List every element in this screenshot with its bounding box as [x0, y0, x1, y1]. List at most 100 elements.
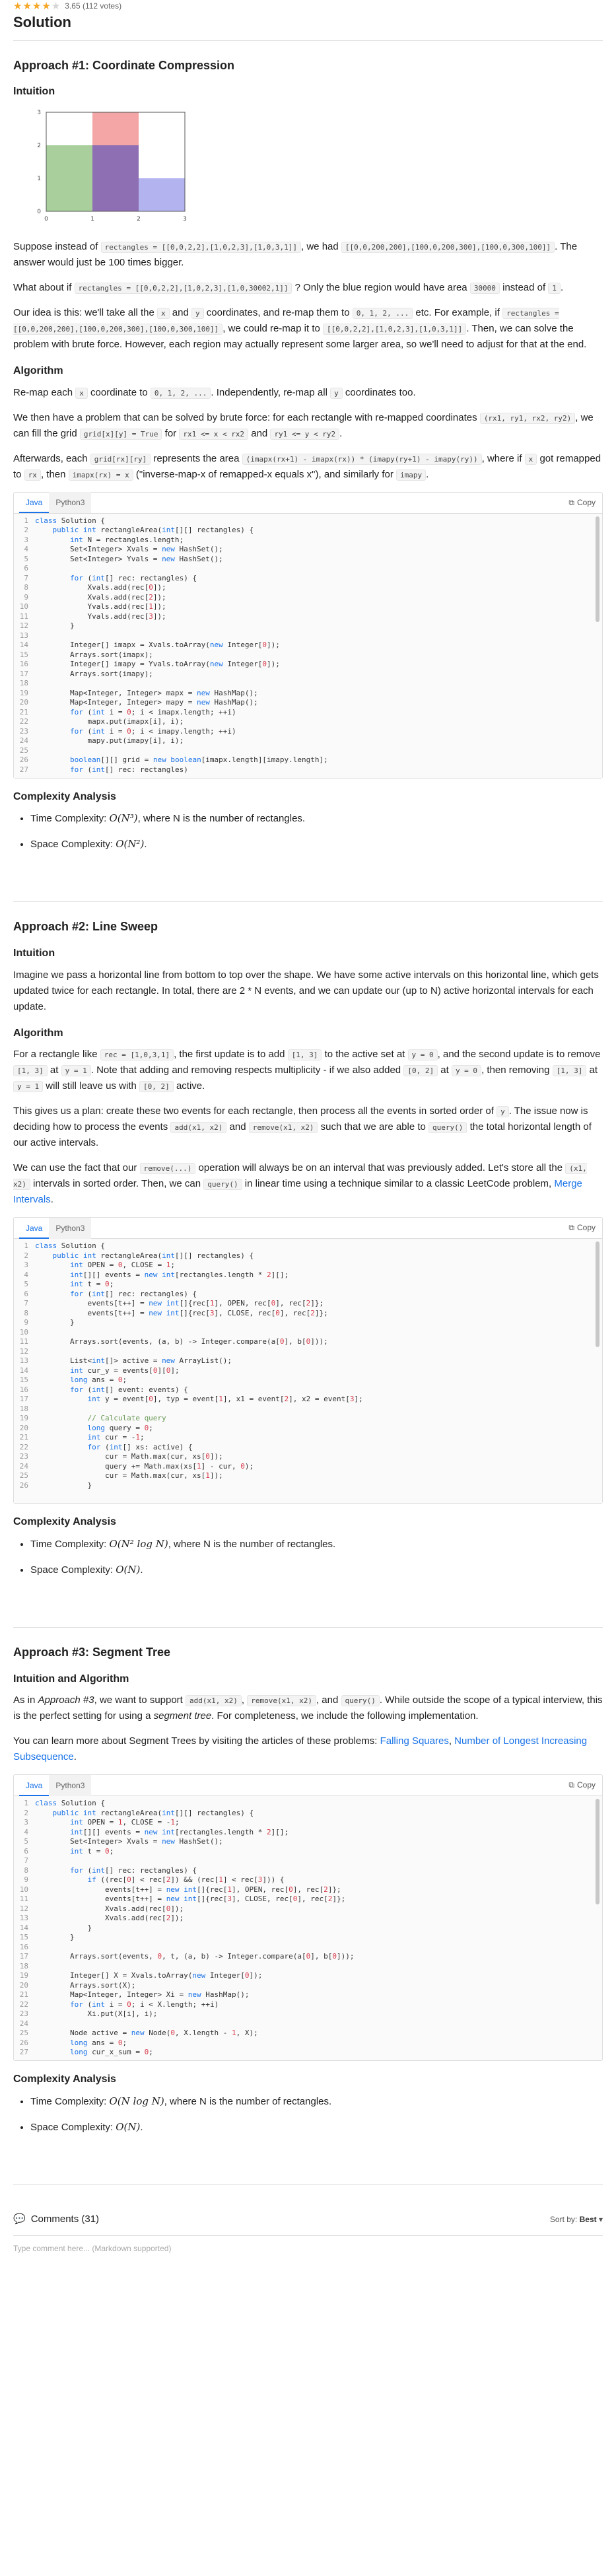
line-number: 14 [19, 641, 28, 650]
approach1-algorithm-2: We then have a problem that can be solve… [13, 411, 594, 440]
divider [13, 40, 603, 41]
line-code: Map<Integer, Integer> Xi = new HashMap()… [35, 1990, 250, 2000]
tab-java[interactable]: Java [19, 492, 50, 514]
approach2-intuition-heading: Intuition [13, 947, 55, 959]
approach2-space-complexity: Space Complexity: O(N). [30, 1562, 603, 1578]
copy-button[interactable]: ⧉ Copy [568, 1779, 596, 1792]
code-language-tabs: Java Python3 ⧉ Copy [14, 492, 602, 514]
code-line: 18 [14, 1962, 602, 1972]
x-tick-label: 1 [90, 216, 94, 223]
line-number: 25 [19, 2029, 28, 2038]
code-line: 6 int t = 0; [14, 1847, 602, 1857]
approach3-code-block: Java Python3 ⧉ Copy 1 class Solution {2 pu… [13, 1774, 603, 2062]
approach1-title: Approach #1: Coordinate Compression [13, 58, 235, 72]
line-code: int cur_y = events[0][0]; [69, 1366, 180, 1375]
line-number: 3 [24, 535, 28, 544]
code-line: 7 events[t++] = new int[]{rec[1], OPEN, … [14, 1299, 602, 1309]
approach3-time-complexity: Time Complexity: O(N log N), where N is … [30, 2093, 603, 2110]
copy-button[interactable]: ⧉ Copy [568, 1222, 596, 1234]
approach2-algorithm-heading: Algorithm [13, 1027, 63, 1039]
line-number: 24 [19, 2019, 28, 2028]
line-number: 6 [24, 564, 28, 573]
line-number: 25 [19, 746, 28, 755]
tab-python3[interactable]: Python3 [49, 492, 92, 514]
line-code: Yvals.add(rec[3]); [35, 611, 166, 621]
line-number: 23 [19, 2009, 28, 2019]
line-number: 17 [19, 669, 28, 678]
line-number: 27 [19, 2048, 28, 2057]
line-number: 9 [24, 1318, 28, 1327]
code-line: 27 for (int[] rec: rectangles) [14, 765, 602, 775]
code-line: 21 int cur = -1; [14, 1433, 602, 1443]
star-empty-icon[interactable]: ★ [51, 1, 61, 12]
code-line: 25 Node active = new Node(0, X.length - … [14, 2029, 602, 2038]
code-line: 16 for (int[] event: events) { [14, 1385, 602, 1395]
code-scrollbar[interactable] [596, 1241, 599, 1348]
code-viewer[interactable]: 1 class Solution {2 public int rectangleA… [14, 1239, 602, 1504]
code-line: 5 Set<Integer> Xvals = new HashSet(); [14, 1837, 602, 1847]
line-code: for (int[] event: events) { [69, 1385, 188, 1394]
line-number: 11 [19, 611, 28, 621]
code-line: 1 class Solution { [14, 516, 602, 526]
star-icon[interactable]: ★ [32, 1, 42, 12]
line-code: long ans = 0; [69, 1375, 127, 1385]
line-code: public int rectangleArea(int[][] rectang… [52, 1808, 254, 1817]
code-scrollbar[interactable] [596, 516, 599, 622]
line-code: int N = rectangles.length; [69, 535, 184, 544]
y-tick-label: 2 [37, 143, 41, 149]
line-number: 16 [19, 1942, 28, 1951]
code-line: 24 mapy.put(imapy[i], i); [14, 736, 602, 746]
code-line: 22 for (int[] xs: active) { [14, 1443, 602, 1453]
line-number: 10 [19, 1885, 28, 1894]
copy-button[interactable]: ⧉ Copy [568, 497, 596, 509]
falling-squares-link[interactable]: Falling Squares [380, 1735, 449, 1747]
line-code: public int rectangleArea(int[][] rectang… [52, 526, 254, 535]
line-number: 6 [24, 1846, 28, 1856]
approach2-time-complexity: Time Complexity: O(N² log N), where N is… [30, 1536, 603, 1552]
rating-stars[interactable]: ★★★★★ [13, 0, 61, 15]
line-number: 22 [19, 1442, 28, 1451]
comment-input[interactable]: Type comment here... (Markdown supported… [13, 2235, 603, 2255]
divider [13, 2184, 603, 2186]
code-line: 5 int t = 0; [14, 1280, 602, 1290]
tab-python3[interactable]: Python3 [49, 1774, 92, 1796]
line-number: 15 [19, 1933, 28, 1942]
code-line: 11 events[t++] = new int[]{rec[3], CLOSE… [14, 1895, 602, 1904]
star-icon[interactable]: ★ [22, 1, 32, 12]
code-line: 5 Set<Integer> Yvals = new HashSet(); [14, 555, 602, 565]
code-line: 19 Map<Integer, Integer> mapx = new Hash… [14, 689, 602, 699]
line-number: 23 [19, 726, 28, 736]
code-line: 23 Xi.put(X[i], i); [14, 2009, 602, 2019]
star-icon[interactable]: ★ [13, 1, 22, 12]
line-code: int[][] events = new int[rectangles.leng… [69, 1827, 289, 1836]
tab-python3[interactable]: Python3 [49, 1217, 92, 1239]
line-number: 7 [24, 1856, 28, 1865]
approach1-paragraph-2: What about if rectangles = [[0,0,2,2],[1… [13, 281, 564, 294]
line-number: 4 [24, 1270, 28, 1279]
code-viewer[interactable]: 1 class Solution {2 public int rectangleA… [14, 1796, 602, 2061]
divider [13, 1627, 603, 1628]
line-code: int t = 0; [69, 1846, 114, 1856]
line-code: class Solution { [35, 516, 105, 525]
code-line: 9 if ((rec[0] < rec[2]) && (rec[1] < rec… [14, 1875, 602, 1885]
line-number: 3 [24, 1261, 28, 1270]
line-number: 2 [24, 526, 28, 535]
tab-java[interactable]: Java [19, 1775, 50, 1796]
code-scrollbar[interactable] [596, 1799, 599, 1905]
copy-icon: ⧉ [568, 497, 574, 507]
copy-icon: ⧉ [568, 1223, 574, 1233]
code-line: 14 } [14, 1924, 602, 1933]
line-number: 12 [19, 1904, 28, 1913]
code-viewer[interactable]: 1 class Solution {2 public int rectangleA… [14, 513, 602, 778]
line-number: 22 [19, 2000, 28, 2009]
tab-java[interactable]: Java [19, 1218, 50, 1239]
sort-control[interactable]: Sort by: Best ▾ [550, 2213, 603, 2226]
code-line: 25 cur = Math.max(cur, xs[1]); [14, 1471, 602, 1481]
line-code: for (int[] rec: rectangles) { [69, 573, 197, 582]
star-half-icon[interactable]: ★ [42, 1, 51, 12]
line-number: 19 [19, 688, 28, 697]
line-code: int cur = -1; [87, 1433, 145, 1442]
line-code: Arrays.sort(X); [35, 1980, 136, 1990]
